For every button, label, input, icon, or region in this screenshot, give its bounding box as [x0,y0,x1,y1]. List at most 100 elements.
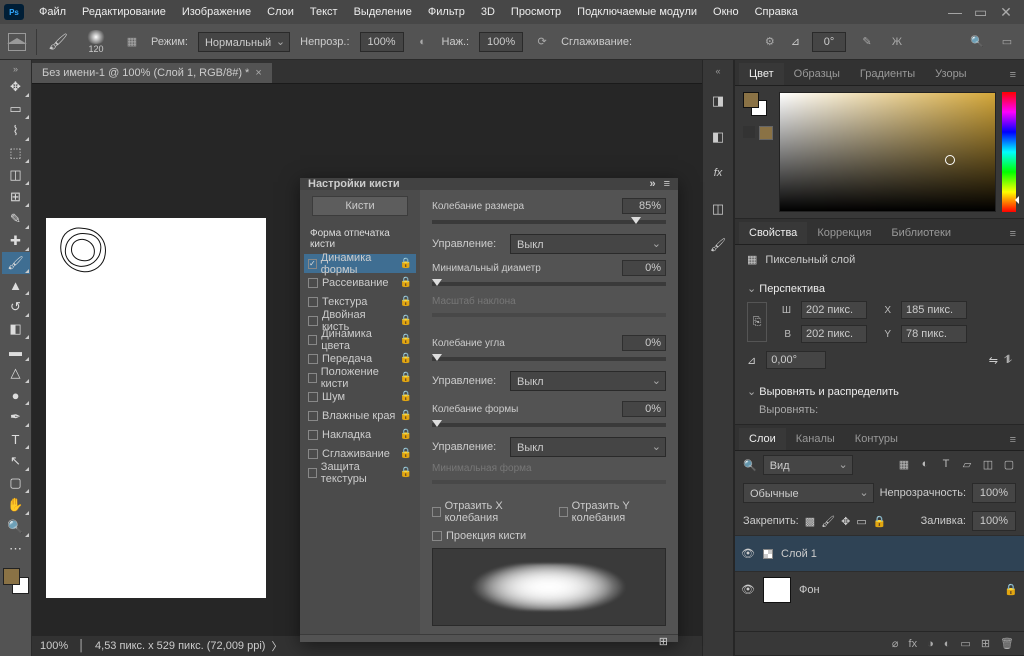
lock-icon[interactable]: 🔒 [400,372,412,383]
panel-menu-icon[interactable]: ≡ [664,178,670,190]
layer-name[interactable]: Фон [799,584,820,596]
lock-icon[interactable]: 🔒 [400,277,412,288]
object-select-tool[interactable]: ⬚ [2,142,30,164]
history-brush-tool[interactable]: ↺ [2,296,30,318]
edit-toolbar[interactable]: ⋯ [2,538,30,560]
window-minimize-icon[interactable]: — [948,6,960,18]
rotation-input[interactable]: 0,00° [766,351,826,369]
lock-icon[interactable]: 🔒 [400,296,412,307]
crop-tool[interactable]: ◫ [2,164,30,186]
symmetry-icon[interactable]: Ж [888,33,906,51]
menu-item[interactable]: Подключаемые модули [570,3,704,21]
tab-gradients[interactable]: Градиенты [850,63,925,85]
flip-v-icon[interactable]: ⥮ [1004,354,1012,367]
window-maximize-icon[interactable]: ▭ [974,6,986,18]
angle-jitter-slider[interactable] [432,357,666,361]
brush-option-row[interactable]: Положение кисти🔒 [304,368,416,387]
eyedropper-tool[interactable]: ✎ [2,208,30,230]
flip-x-checkbox[interactable] [432,507,441,517]
dodge-tool[interactable]: ● [2,384,30,406]
roundness-jitter-slider[interactable] [432,423,666,427]
mask-icon[interactable]: ◑ [927,638,934,650]
menu-item[interactable]: Текст [303,3,345,21]
lock-icon[interactable]: 🔒 [400,410,412,421]
visibility-icon[interactable]: 👁 [741,547,755,560]
option-checkbox[interactable] [308,335,317,345]
size-jitter-slider[interactable] [432,220,666,224]
tab-swatches[interactable]: Образцы [784,63,850,85]
zoom-tool[interactable]: 🔍 [2,516,30,538]
blend-mode-select[interactable]: Обычные [743,483,874,503]
flow-input[interactable]: 100% [479,32,523,52]
angle-input[interactable]: 0° [812,32,846,52]
panel-menu-icon[interactable]: ≡ [1002,65,1024,85]
history-panel-icon[interactable]: ◨ [707,90,729,112]
control-select[interactable]: Выкл [510,234,666,254]
menu-item[interactable]: Выделение [347,3,419,21]
zoom-readout[interactable]: 100% [40,640,68,652]
blend-mode-select[interactable]: Нормальный [198,32,290,52]
roundness-jitter-input[interactable]: 0% [622,401,666,417]
lasso-tool[interactable]: ⌇ [2,120,30,142]
lock-icon[interactable]: 🔒 [400,258,412,269]
expand-icon[interactable]: « [703,66,733,76]
transform-section[interactable]: Перспектива [747,276,1012,301]
tab-channels[interactable]: Каналы [786,428,845,450]
hue-slider[interactable] [1002,92,1016,212]
stamp-tool[interactable]: ▲ [2,274,30,296]
filter-pixel-icon[interactable]: ▦ [897,458,911,472]
gradient-tool[interactable]: ▬ [2,340,30,362]
blur-tool[interactable]: △ [2,362,30,384]
visibility-icon[interactable]: 👁 [741,583,755,596]
new-preset-icon[interactable]: ⊞ [659,635,668,648]
color-picker[interactable] [779,92,996,212]
tab-libraries[interactable]: Библиотеки [881,222,961,244]
document-tab[interactable]: Без имени-1 @ 100% (Слой 1, RGB/8#) *× [32,63,272,83]
pressure-opacity-icon[interactable]: ◐ [414,33,432,51]
brush-option-row[interactable]: Динамика цвета🔒 [304,330,416,349]
link-wh-icon[interactable]: ⎘ [747,302,767,342]
link-layers-icon[interactable]: ⌀ [892,637,899,650]
pressure-size-icon[interactable]: ✎ [858,33,876,51]
option-checkbox[interactable] [308,449,318,459]
brush-option-row[interactable]: Накладка🔒 [304,425,416,444]
lock-icon[interactable]: 🔒 [400,334,412,345]
lock-icon[interactable]: 🔒 [1004,583,1018,596]
option-checkbox[interactable] [308,392,318,402]
window-close-icon[interactable]: ✕ [1000,6,1012,18]
lock-paint-icon[interactable]: 🖌 [821,515,835,528]
menu-item[interactable]: Изображение [175,3,258,21]
lock-artboard-icon[interactable]: ▭ [856,515,866,528]
width-input[interactable]: 202 пикс. [801,301,867,319]
brushes-button[interactable]: Кисти [312,196,408,216]
min-diameter-slider[interactable] [432,282,666,286]
filter-type-icon[interactable]: T [939,458,953,472]
filter-shape-icon[interactable]: ▱ [960,458,974,472]
flip-y-checkbox[interactable] [559,507,568,517]
color-swatch[interactable] [3,568,29,594]
height-input[interactable]: 202 пикс. [801,325,867,343]
option-checkbox[interactable] [308,316,318,326]
layer-opacity-input[interactable]: 100% [972,483,1016,503]
healing-tool[interactable]: ✚ [2,230,30,252]
panel-menu-icon[interactable]: ≡ [1002,430,1024,450]
menu-item[interactable]: Окно [706,3,746,21]
brush-settings-panel-icon[interactable]: 🖌 [707,234,729,256]
hand-tool[interactable]: ✋ [2,494,30,516]
layer-name[interactable]: Слой 1 [781,548,817,560]
filter-smart-icon[interactable]: ◫ [981,458,995,472]
control-select[interactable]: Выкл [510,371,666,391]
expand-icon[interactable]: » [1,64,31,76]
type-tool[interactable]: T [2,428,30,450]
layer-row[interactable]: 👁 Фон 🔒 [735,571,1024,607]
angle-jitter-input[interactable]: 0% [622,335,666,351]
delete-icon[interactable]: 🗑 [1000,637,1014,650]
lock-icon[interactable]: 🔒 [400,467,412,478]
menu-item[interactable]: Фильтр [421,3,472,21]
lock-pixels-icon[interactable]: ▩ [805,515,815,528]
menu-item[interactable]: 3D [474,3,502,21]
frame-tool[interactable]: ⊞ [2,186,30,208]
move-tool[interactable]: ✥ [2,76,30,98]
lock-position-icon[interactable]: ✥ [841,515,850,528]
brush-option-row[interactable]: Динамика формы🔒 [304,254,416,273]
